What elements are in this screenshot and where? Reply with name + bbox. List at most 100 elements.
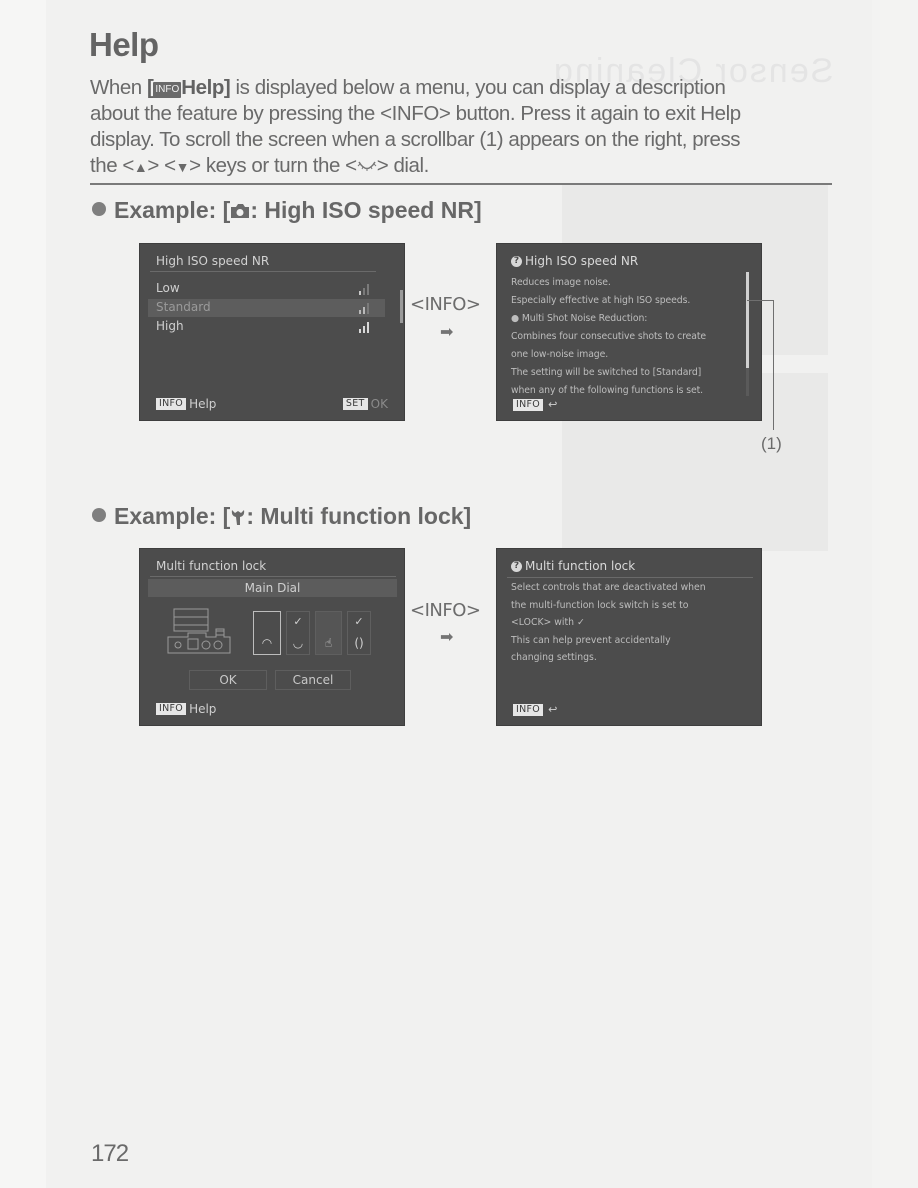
info-transition-label: <INFO> xyxy=(410,294,481,315)
cancel-button[interactable]: Cancel xyxy=(275,670,351,690)
menu-option-high[interactable]: High xyxy=(148,318,385,336)
control-quick-control-dial[interactable]: ✓ ◡ xyxy=(286,611,310,655)
intro-text: is displayed below a menu, you can displ… xyxy=(230,76,726,99)
intro-paragraph: When [INFOHelp] is displayed below a men… xyxy=(90,75,835,180)
help-title-text: Multi function lock xyxy=(525,559,636,573)
level-3-icon xyxy=(359,321,371,333)
info-button-icon: INFO xyxy=(156,703,187,715)
hint-label: OK xyxy=(370,397,388,411)
callout-label-scrollbar: (1) xyxy=(761,434,782,453)
screen-title: High ISO speed NR xyxy=(156,254,270,268)
return-icon: ↩ xyxy=(548,398,558,411)
intro-line: about the feature by pressing the <INFO>… xyxy=(90,102,741,125)
set-button-icon: SET xyxy=(342,398,368,410)
dial-icon xyxy=(357,154,377,171)
help-screen-high-iso: ? High ISO speed NR Reduces image noise. … xyxy=(496,243,762,421)
help-title: ? Multi function lock xyxy=(511,559,635,573)
help-line: the multi-function lock switch is set to xyxy=(511,599,689,611)
info-button-icon: INFO xyxy=(513,703,544,716)
page-number: 172 xyxy=(91,1140,129,1167)
help-label: Help] xyxy=(181,76,231,99)
hint-label: Help xyxy=(189,397,217,411)
menu-option-low[interactable]: Low xyxy=(148,280,385,298)
info-help-hint[interactable]: INFO Help xyxy=(156,397,216,411)
help-line: Especially effective at high ISO speeds. xyxy=(511,295,691,306)
check-icon: ✓ xyxy=(293,615,303,628)
help-line: Combines four consecutive shots to creat… xyxy=(511,331,706,342)
help-screen-multi-function-lock: ? Multi function lock Select controls tha… xyxy=(496,548,762,726)
intro-text: > keys or turn the < xyxy=(189,154,357,177)
help-line: This can help prevent accidentally xyxy=(511,634,671,646)
callout-leader-line xyxy=(773,300,774,430)
heading-text: : Multi function lock] xyxy=(246,503,472,529)
menu-scrollbar[interactable] xyxy=(400,290,403,323)
camera-body-icon xyxy=(166,607,232,659)
touch-hand-icon: ☝ xyxy=(324,636,333,650)
question-icon: ? xyxy=(511,560,522,572)
ok-button[interactable]: OK xyxy=(189,670,267,690)
info-back-hint[interactable]: INFO ↩ xyxy=(513,398,557,411)
up-key-icon: ▲ xyxy=(133,159,148,175)
help-line: changing settings. xyxy=(511,652,597,663)
control-main-dial[interactable]: ◠ xyxy=(253,611,281,655)
intro-text: When xyxy=(90,76,147,99)
right-arrow-icon: ➡ xyxy=(440,629,454,646)
info-help-hint[interactable]: INFO Help xyxy=(156,702,216,716)
page-margin-right xyxy=(872,0,918,1188)
question-icon: ? xyxy=(511,255,522,267)
screen-title: Multi function lock xyxy=(156,559,267,573)
check-icon: ✓ xyxy=(354,615,364,628)
page-title: Help xyxy=(89,26,159,63)
option-label: High xyxy=(156,319,184,333)
level-2-icon xyxy=(359,302,371,314)
help-line: one low-noise image. xyxy=(511,349,609,360)
title-divider xyxy=(150,576,396,577)
help-line: Select controls that are deactivated whe… xyxy=(511,582,706,593)
multi-controller-icon: () xyxy=(354,636,364,650)
intro-text: > dial. xyxy=(376,154,430,177)
down-key-icon: ▼ xyxy=(175,159,190,175)
title-divider xyxy=(150,271,376,272)
help-title: ? High ISO speed NR xyxy=(511,254,638,268)
camera-menu-screen-high-iso: High ISO speed NR Low Standard High INFO… xyxy=(139,243,405,421)
selected-control-label: Main Dial xyxy=(148,579,397,597)
help-description: Select controls that are deactivated whe… xyxy=(511,579,751,667)
info-back-hint[interactable]: INFO ↩ xyxy=(513,703,557,716)
option-label: Low xyxy=(156,281,180,295)
level-1-icon xyxy=(359,283,371,295)
bullet-icon xyxy=(92,508,106,522)
help-line: <LOCK> with ✓ xyxy=(511,617,585,628)
intro-line: display. To scroll the screen when a scr… xyxy=(90,128,741,151)
set-ok-hint[interactable]: SET OK xyxy=(342,397,388,411)
camera-icon xyxy=(230,198,250,218)
wrench-icon xyxy=(230,505,246,525)
example-heading-multi-function-lock: Example: [ : Multi function lock] xyxy=(92,503,471,530)
main-dial-icon: ◠ xyxy=(261,636,273,650)
control-touch[interactable]: ☝ xyxy=(315,611,342,655)
help-description: Reduces image noise. Especially effectiv… xyxy=(511,274,743,400)
page-margin-left xyxy=(0,0,46,1188)
return-icon: ↩ xyxy=(548,703,558,716)
help-scrollbar-track xyxy=(746,368,749,396)
control-multi-controller[interactable]: ✓ () xyxy=(347,611,371,655)
info-transition-label: <INFO> xyxy=(410,600,481,621)
section-divider xyxy=(90,183,832,185)
example-heading-high-iso: Example: [: High ISO speed NR] xyxy=(92,197,482,224)
help-title-text: High ISO speed NR xyxy=(525,254,639,268)
help-line: ● Multi Shot Noise Reduction: xyxy=(511,313,648,324)
menu-option-standard[interactable]: Standard xyxy=(148,299,385,317)
hint-label: Help xyxy=(189,702,217,716)
help-scrollbar[interactable] xyxy=(746,272,749,368)
help-line: The setting will be switched to [Standar… xyxy=(511,367,702,378)
heading-text: Example: [ xyxy=(114,503,231,529)
callout-leader-line xyxy=(747,300,774,301)
quick-control-dial-icon: ◡ xyxy=(292,636,304,650)
right-arrow-icon: ➡ xyxy=(440,324,454,341)
help-line: Reduces image noise. xyxy=(511,277,611,288)
intro-text: the < xyxy=(90,154,134,177)
option-label: Standard xyxy=(156,300,211,314)
heading-text: : High ISO speed NR] xyxy=(250,197,482,223)
info-button-icon: INFO xyxy=(513,398,544,411)
info-button-icon: INFO xyxy=(156,398,187,410)
camera-menu-screen-multi-function-lock: Multi function lock Main Dial ◠ ✓ ◡ ☝ ✓()… xyxy=(139,548,405,726)
